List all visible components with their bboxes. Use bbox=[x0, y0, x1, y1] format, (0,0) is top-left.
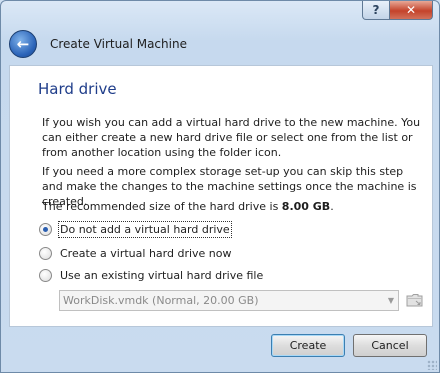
radio-button[interactable] bbox=[39, 269, 52, 282]
content-panel: Hard drive If you wish you can add a vir… bbox=[9, 65, 433, 327]
folder-icon bbox=[406, 294, 423, 307]
chevron-down-icon[interactable]: ▼ bbox=[384, 296, 398, 305]
radio-create-disk[interactable]: Create a virtual hard drive now bbox=[39, 247, 232, 260]
resize-grip[interactable] bbox=[427, 360, 437, 370]
dialog-header: ← Create Virtual Machine bbox=[9, 28, 429, 60]
radio-button[interactable] bbox=[39, 247, 52, 260]
titlebar-buttons: ? ✕ bbox=[362, 1, 433, 20]
cancel-button[interactable]: Cancel bbox=[353, 334, 427, 357]
radio-label[interactable]: Create a virtual hard drive now bbox=[60, 247, 232, 260]
radio-existing-disk[interactable]: Use an existing virtual hard drive file bbox=[39, 269, 263, 282]
existing-disk-select[interactable]: WorkDisk.vmdk (Normal, 20.00 GB) ▼ bbox=[59, 290, 399, 311]
radio-selected-dot bbox=[43, 227, 48, 232]
radio-label[interactable]: Do not add a virtual hard drive bbox=[58, 221, 232, 238]
radio-no-disk[interactable]: Do not add a virtual hard drive bbox=[39, 221, 232, 238]
existing-disk-value: WorkDisk.vmdk (Normal, 20.00 GB) bbox=[63, 294, 259, 307]
dialog-window: ? ✕ ← Create Virtual Machine Hard drive … bbox=[0, 0, 440, 373]
page-title: Hard drive bbox=[38, 80, 117, 98]
close-button[interactable]: ✕ bbox=[390, 1, 433, 20]
back-button[interactable]: ← bbox=[9, 30, 37, 58]
choose-disk-file-button[interactable] bbox=[405, 290, 425, 310]
description-paragraph: If you wish you can add a virtual hard d… bbox=[42, 116, 421, 159]
help-button[interactable]: ? bbox=[362, 1, 390, 20]
recommended-size-value: 8.00 GB bbox=[281, 200, 331, 213]
recommended-size-text: The recommended size of the hard drive i… bbox=[42, 200, 334, 213]
back-arrow-icon: ← bbox=[16, 35, 30, 53]
radio-button[interactable] bbox=[39, 223, 52, 236]
window-title: Create Virtual Machine bbox=[50, 37, 187, 51]
create-button[interactable]: Create bbox=[271, 334, 345, 357]
radio-label[interactable]: Use an existing virtual hard drive file bbox=[60, 269, 263, 282]
